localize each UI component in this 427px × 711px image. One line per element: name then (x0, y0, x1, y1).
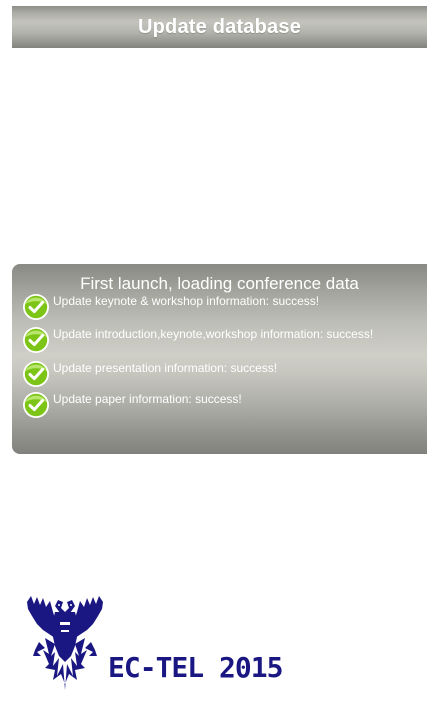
status-item-text: Update presentation information: success… (53, 361, 278, 375)
status-item: Update presentation information: success… (22, 360, 277, 388)
logo-text: EC-TEL 2015 (108, 651, 283, 684)
check-circle-icon (23, 392, 49, 418)
header-title: Update database (137, 15, 302, 38)
double-eagle-icon (27, 596, 103, 690)
status-item-text: Update paper information: success! (53, 392, 242, 406)
app-header: Update database (12, 6, 427, 48)
conference-logo: EC-TEL 2015 (25, 594, 295, 704)
status-item: Update paper information: success! (22, 391, 242, 419)
check-circle-icon (23, 327, 49, 353)
check-circle-icon (23, 294, 49, 320)
panel-heading: First launch, loading conference data (80, 274, 359, 293)
check-circle-icon (23, 361, 49, 387)
loading-status-panel: First launch, loading conference data Up… (12, 264, 427, 454)
status-item-text: Update keynote & workshop information: s… (53, 294, 320, 308)
status-item: Update keynote & workshop information: s… (22, 293, 319, 321)
status-item: Update introduction,keynote,workshop inf… (22, 326, 373, 354)
status-item-text: Update introduction,keynote,workshop inf… (53, 327, 374, 341)
